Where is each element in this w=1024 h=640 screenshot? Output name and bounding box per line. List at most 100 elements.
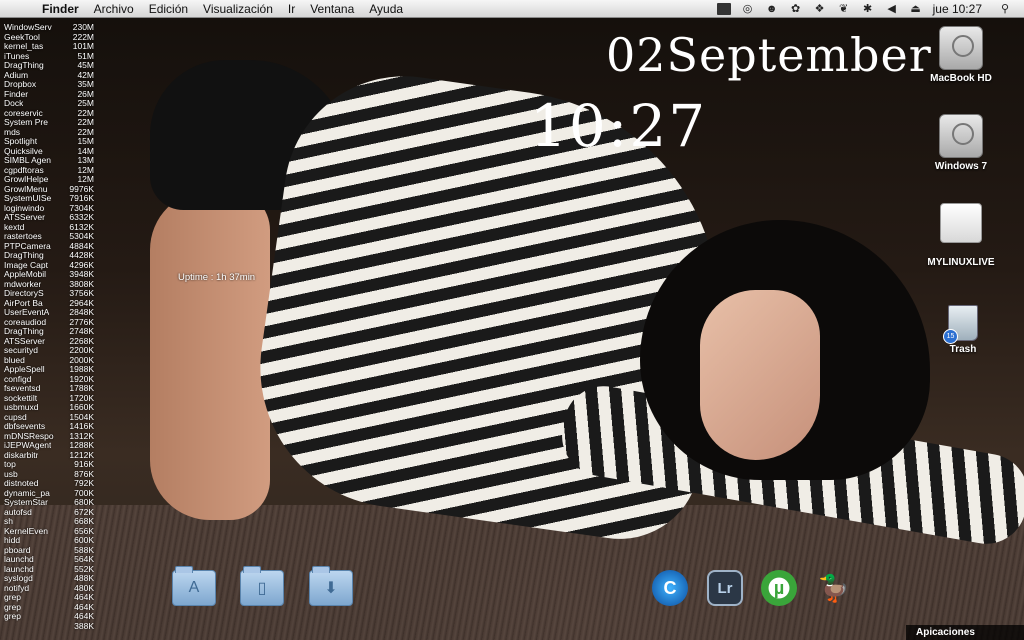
process-name: SIMBL Agen [4,156,51,165]
process-name: mDNSRespon [4,431,54,441]
process-name: AppleMobil [4,270,47,279]
process-name: usbmuxd [4,403,39,412]
menu-finder[interactable]: Finder [42,2,79,16]
menu-ventana[interactable]: Ventana [310,2,354,16]
process-name: grep [4,593,22,602]
documents-folder-icon: ▯ [240,566,284,606]
external-drive-icon [940,203,982,243]
applications-folder-icon: A [172,566,216,606]
eject-icon[interactable]: ⏏ [909,3,923,15]
process-name: notifyd [4,583,30,593]
paw-icon[interactable]: ❦ [837,3,851,15]
dropbox-icon[interactable]: ❖ [813,3,827,15]
quicksilver-icon[interactable]: ◎ [741,3,755,15]
lightroom-icon: Lr [707,570,743,606]
utorrent-icon: µ [761,570,797,606]
process-name: blued [4,355,25,365]
dock-lightroom[interactable]: Lr [703,566,747,610]
dock-cyberduck[interactable]: 🦆 [812,566,856,610]
process-name: GrowlMenu [4,184,48,194]
process-list: WindowServ 230M GeekTool 222M kernel_tas 101M… [4,22,94,632]
process-name: dbfsevents [4,422,46,431]
process-name: SystemStar [4,498,48,507]
process-name: coreaudiod [4,317,47,327]
desktop-icon-label: MYLINUXLIVE [927,257,995,268]
wallpaper-figure-face [700,290,820,460]
trash-badge: 15 [943,329,958,344]
process-name: WindowServ [4,23,52,32]
menu-bar: Finder Archivo Edición Visualización Ir … [0,0,1024,18]
process-name: top [4,460,16,469]
process-name: Dock [4,99,24,108]
process-name: Spotlight [4,137,38,146]
adium-icon[interactable]: ☻ [765,3,779,15]
wallpaper-floor [0,505,1024,640]
process-name: DirectoryS [4,289,44,298]
process-name: dynamic_pa [4,488,50,498]
process-memory: 388K [74,620,94,631]
dock-utorrent[interactable]: µ [757,566,801,610]
desktop-time: 10:27 [530,92,708,160]
process-name: AirPort Ba [4,298,43,308]
volume-icon[interactable]: ◀ [885,3,899,15]
process-name: securityd [4,346,39,355]
process-name: mdworker [4,279,42,289]
dock-documents-folder[interactable]: ▯ [240,564,284,608]
process-name: sh [4,517,13,526]
menu-clock[interactable]: jue 10:27 [933,2,982,16]
camino-icon: C [652,570,688,606]
process-name: DragThing [4,61,44,70]
menu-visualizacion[interactable]: Visualización [203,2,273,16]
process-name: Image Capt [4,260,48,270]
process-name: autofsd [4,507,32,517]
dock-camino[interactable]: C [648,566,692,610]
desktop-icon-label: MacBook HD [930,73,992,84]
dock-downloads-folder[interactable]: ⬇ [309,564,353,608]
process-name: coreservic [4,108,43,118]
process-name: loginwindo [4,203,45,213]
process-name: Adium [4,70,29,80]
growl-icon[interactable]: ✿ [789,3,803,15]
process-name: kextd [4,222,25,232]
process-name: launchd [4,555,34,564]
desktop-icon-label: Windows 7 [934,161,988,172]
process-name: ATSServer [4,336,45,346]
desktop-icon-windows7[interactable]: Windows 7 [921,114,1001,172]
uptime-text: Uptime : 1h 37min [178,272,256,283]
dock-applications-folder[interactable]: A [172,564,216,608]
menu-ir[interactable]: Ir [288,2,295,16]
process-name: kernel_tas [4,42,44,51]
process-name: Dropbox [4,80,37,89]
process-name: grep [4,602,22,612]
process-name: PTPCamera [4,241,51,251]
process-name: iJEPWAgent [4,441,52,450]
desktop-icon-trash[interactable]: 15 Trash [923,305,1003,355]
process-name: iTunes [4,51,30,61]
process-name: AppleSpell [4,365,45,374]
process-row: 388K [4,620,94,632]
trash-icon: 15 [943,305,978,344]
process-name: pboard [4,545,31,555]
bluetooth-icon[interactable]: ✱ [861,3,875,15]
process-name: cupsd [4,412,27,422]
process-name: GeekTool [4,32,40,42]
process-name: launchd [4,564,34,574]
process-name: System Pre [4,118,48,127]
desktop-icon-label: Trash [949,344,977,355]
process-name: GrowlHelpe [4,175,49,184]
hard-drive-icon [939,114,983,158]
process-name: sockettilt [4,393,38,403]
process-name: mds [4,127,21,137]
menu-edicion[interactable]: Edición [149,2,188,16]
menu-archivo[interactable]: Archivo [94,2,134,16]
dock-stack-label[interactable]: Apicaciones [906,625,1024,640]
process-name: Quicksilve [4,146,43,156]
terminal-icon[interactable] [716,2,731,15]
desktop-icon-macbook-hd[interactable]: MacBook HD [921,26,1001,84]
desktop-icon-mylinuxlive[interactable]: MYLINUXLIVE [921,203,1001,268]
menu-ayuda[interactable]: Ayuda [369,2,403,16]
spotlight-search-icon[interactable]: ⚲ [998,3,1012,15]
menu-extras: ◎ ☻ ✿ ❖ ❦ ✱ ◀ ⏏ jue 10:27 ⚲ [716,2,1012,16]
process-name: syslogd [4,574,33,583]
process-name: diskarbitr [4,450,39,460]
